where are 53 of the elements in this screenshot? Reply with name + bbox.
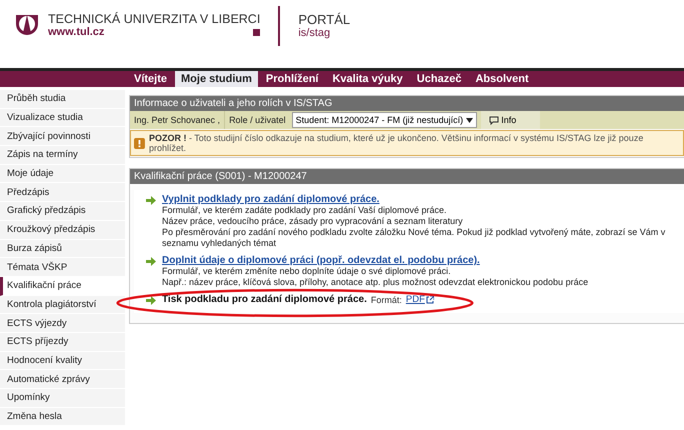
portal-subtitle: is/stag: [298, 27, 332, 39]
sidebar-item[interactable]: Kontrola plagiátorství: [0, 296, 125, 314]
warning-icon: [134, 138, 145, 148]
role-select[interactable]: Student: M12000247 - FM (již nestudující): [292, 112, 478, 128]
sidebar-item[interactable]: Automatické zprávy: [0, 370, 125, 389]
website-link[interactable]: www.tul.cz: [48, 26, 104, 38]
thesis-link[interactable]: Vyplnit podklady pro zadání diplomové práce.: [162, 194, 684, 205]
role-label: Role / uživatel: [228, 115, 287, 125]
user-name: Ing. Petr Schovanec ,: [130, 111, 226, 129]
portal-title: PORTÁL: [298, 12, 350, 27]
panel-title: Informace o uživateli a jeho rolích v IS/STAG: [130, 96, 684, 111]
panel-title: Kvalifikační práce (S001) - M12000247: [130, 169, 684, 184]
print-title: Tisk podkladu pro zadání diplomové práce.: [162, 294, 367, 305]
sidebar-item[interactable]: Vizualizace studia: [0, 108, 125, 128]
sidebar-item[interactable]: Moje údaje: [0, 164, 125, 184]
nav-tab[interactable]: Uchazeč: [410, 71, 468, 87]
university-logo-icon: [14, 12, 40, 38]
dropdown-caret-icon: [466, 118, 474, 122]
sidebar-item[interactable]: Zápis na termíny: [0, 146, 125, 165]
info-button[interactable]: Info: [481, 111, 540, 129]
nav-tab[interactable]: Moje studium: [175, 71, 258, 87]
sidebar-item[interactable]: Témata VŠKP: [0, 258, 125, 277]
description-text: Po přesměrování pro zadání nového podkladu zvolte záložku Nové téma. Pokud již podklad vytvořený máte, zobrazí se Vám v seznamu vyhledaných témat: [162, 227, 666, 249]
warning-text: POZOR ! - Toto studijní číslo odkazuje na studium, které už je ukončeno. Většinu informací v systému IS/STAG lze již pouze prohlížet.: [148, 133, 644, 153]
arrow-icon: [146, 257, 156, 266]
sidebar-item[interactable]: Předzápis: [0, 183, 125, 202]
external-link-icon: [426, 296, 434, 304]
pdf-link[interactable]: PDF: [406, 294, 434, 305]
nav-tab[interactable]: Kvalita výuky: [326, 71, 409, 87]
description-text: Např.: název práce, klíčová slova, přílohy, anotace atp. plus možnost odevzdat elektronickou podobu práce: [162, 277, 588, 288]
arrow-icon: [146, 296, 156, 305]
nav-tab[interactable]: Vítejte: [128, 71, 174, 87]
sidebar-item[interactable]: Zbývající povinnosti: [0, 127, 125, 146]
university-name: TECHNICKÁ UNIVERZITA V LIBERCI: [48, 12, 260, 26]
description-text: Název práce, vedoucího práce, zásady pro vypracování a seznam literatury: [162, 216, 464, 227]
sidebar-item[interactable]: Změna hesla: [0, 408, 125, 426]
sidebar-item[interactable]: Upomínky: [0, 389, 125, 408]
thesis-link[interactable]: Doplnit údaje o diplomové práci (popř. odevzdat el. podobu práce).: [162, 255, 588, 266]
square-icon: [253, 28, 260, 36]
nav-tab[interactable]: Absolvent: [469, 71, 535, 87]
sidebar-item[interactable]: ECTS příjezdy: [0, 332, 125, 352]
description-text: Formulář, ve kterém zadáte podklady pro zadání Vaší diplomové práce.: [162, 205, 448, 216]
speech-bubble-icon: [489, 116, 500, 124]
sidebar-item[interactable]: Kroužkový předzápis: [0, 220, 125, 240]
sidebar-item[interactable]: Průběh studia: [0, 90, 125, 109]
nav-tab[interactable]: Prohlížení: [260, 71, 324, 87]
sidebar-item[interactable]: Hodnocení kvality: [0, 352, 125, 370]
sidebar-item[interactable]: Grafický předzápis: [0, 202, 125, 221]
sidebar-item[interactable]: ECTS výjezdy: [0, 314, 125, 333]
arrow-icon: [146, 196, 156, 205]
format-label: Formát:: [370, 294, 402, 304]
sidebar-item[interactable]: Burza zápisů: [0, 240, 125, 258]
description-text: Formulář, ve kterém změníte nebo doplníte údaje o své diplomové práci.: [162, 266, 452, 277]
